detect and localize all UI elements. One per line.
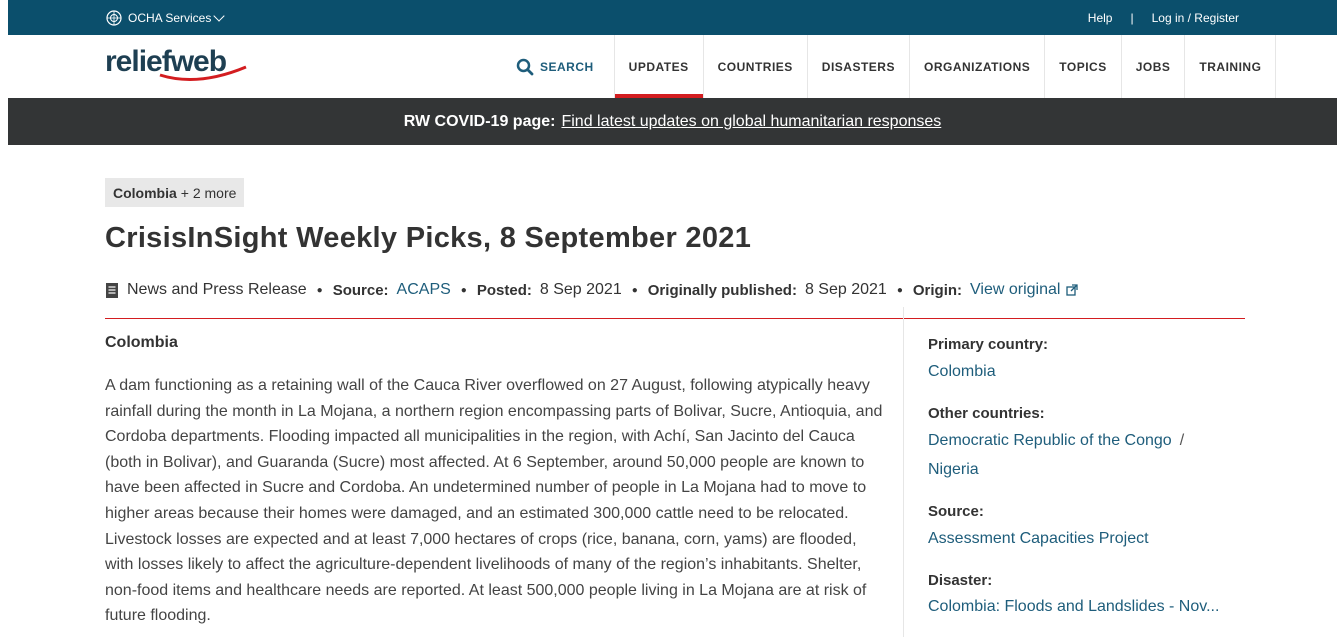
view-original-link[interactable]: View original [970,281,1060,299]
sidebar-source-link[interactable]: Assessment Capacities Project [928,529,1248,549]
disaster-label: Disaster: [928,572,993,589]
search-icon [516,58,534,75]
article-meta: News and Press Release ● Source: ACAPS ●… [105,274,1245,319]
logo-swoosh-icon [159,65,247,81]
document-icon [106,282,118,298]
article-paragraph: A dam functioning as a retaining wall of… [105,377,883,625]
country-tag[interactable]: Colombia + 2 more [105,178,245,207]
help-link[interactable]: Help [1088,11,1113,25]
country-link-nigeria[interactable]: Nigeria [928,460,1248,480]
ocha-topbar: OCHA Services Help | Log in / Register [8,0,1337,35]
nav-search[interactable]: SEARCH [508,35,614,98]
chevron-down-icon [213,9,226,22]
covid-banner-link[interactable]: Find latest updates on global humanitari… [561,113,941,131]
primary-country-label: Primary country: [928,336,1049,353]
login-register-link[interactable]: Log in / Register [1152,11,1239,25]
ocha-services-menu[interactable]: OCHA Services [106,0,226,35]
disaster-link[interactable]: Colombia: Floods and Landslides - Nov... [928,598,1248,616]
list-separator: / [1179,432,1185,449]
main-navigation: SEARCH UPDATES COUNTRIES DISASTERS ORGAN… [508,35,1277,98]
originally-published-date: 8 Sep 2021 [804,281,887,298]
origin-label: Origin: [912,281,963,299]
sidebar-source-label: Source: [928,503,984,520]
country-tag-primary: Colombia [113,184,177,201]
nav-item-training[interactable]: TRAINING [1184,35,1277,98]
nav-search-label: SEARCH [540,59,594,74]
meta-bullet: ● [460,284,467,296]
site-header: reliefweb SEARCH UPDATES COUNTRIES DISAS… [8,35,1337,99]
meta-bullet: ● [896,284,903,296]
posted-date: 8 Sep 2021 [539,281,622,298]
disaster-block: Disaster: Colombia: Floods and Landslide… [928,572,1248,616]
account-links: Help | Log in / Register [1088,0,1239,35]
country-tag-more: + 2 more [180,184,237,201]
covid-banner-label: RW COVID-19 page: [403,112,556,130]
source-block: Source: Assessment Capacities Project [928,503,1248,549]
nav-item-updates[interactable]: UPDATES [613,35,703,98]
article-body: Colombia A dam functioning as a retainin… [105,320,885,629]
nav-item-topics[interactable]: TOPICS [1044,35,1120,98]
meta-bullet: ● [316,284,323,296]
nav-item-countries[interactable]: COUNTRIES [702,35,807,98]
other-countries-block: Other countries: Democratic Republic of … [928,405,1248,480]
primary-country-block: Primary country: Colombia [928,336,1248,382]
nav-item-jobs[interactable]: JOBS [1120,35,1185,98]
source-label: Source: [332,281,389,299]
external-link-icon [1066,284,1079,296]
nav-item-organizations[interactable]: ORGANIZATIONS [908,35,1044,98]
covid-banner: RW COVID-19 page: Find latest updates on… [8,98,1337,145]
topbar-separator: | [1130,10,1134,25]
content-type: News and Press Release [127,281,307,298]
originally-published-label: Originally published: [647,281,797,299]
section-heading: Colombia [105,334,178,351]
nav-item-disasters[interactable]: DISASTERS [806,35,909,98]
other-countries-list: Democratic Republic of the Congo / [928,431,1248,451]
column-divider [903,307,904,637]
ocha-services-label: OCHA Services [128,10,212,25]
country-link-drc[interactable]: Democratic Republic of the Congo [928,432,1172,449]
primary-country-link[interactable]: Colombia [928,362,1248,382]
details-sidebar: Primary country: Colombia Other countrie… [928,336,1248,639]
un-emblem-icon [106,9,122,26]
other-countries-label: Other countries: [928,405,1045,422]
meta-bullet: ● [631,284,638,296]
page-title: CrisisInSight Weekly Picks, 8 September … [105,222,752,254]
source-link[interactable]: ACAPS [397,281,451,299]
posted-label: Posted: [476,281,532,299]
